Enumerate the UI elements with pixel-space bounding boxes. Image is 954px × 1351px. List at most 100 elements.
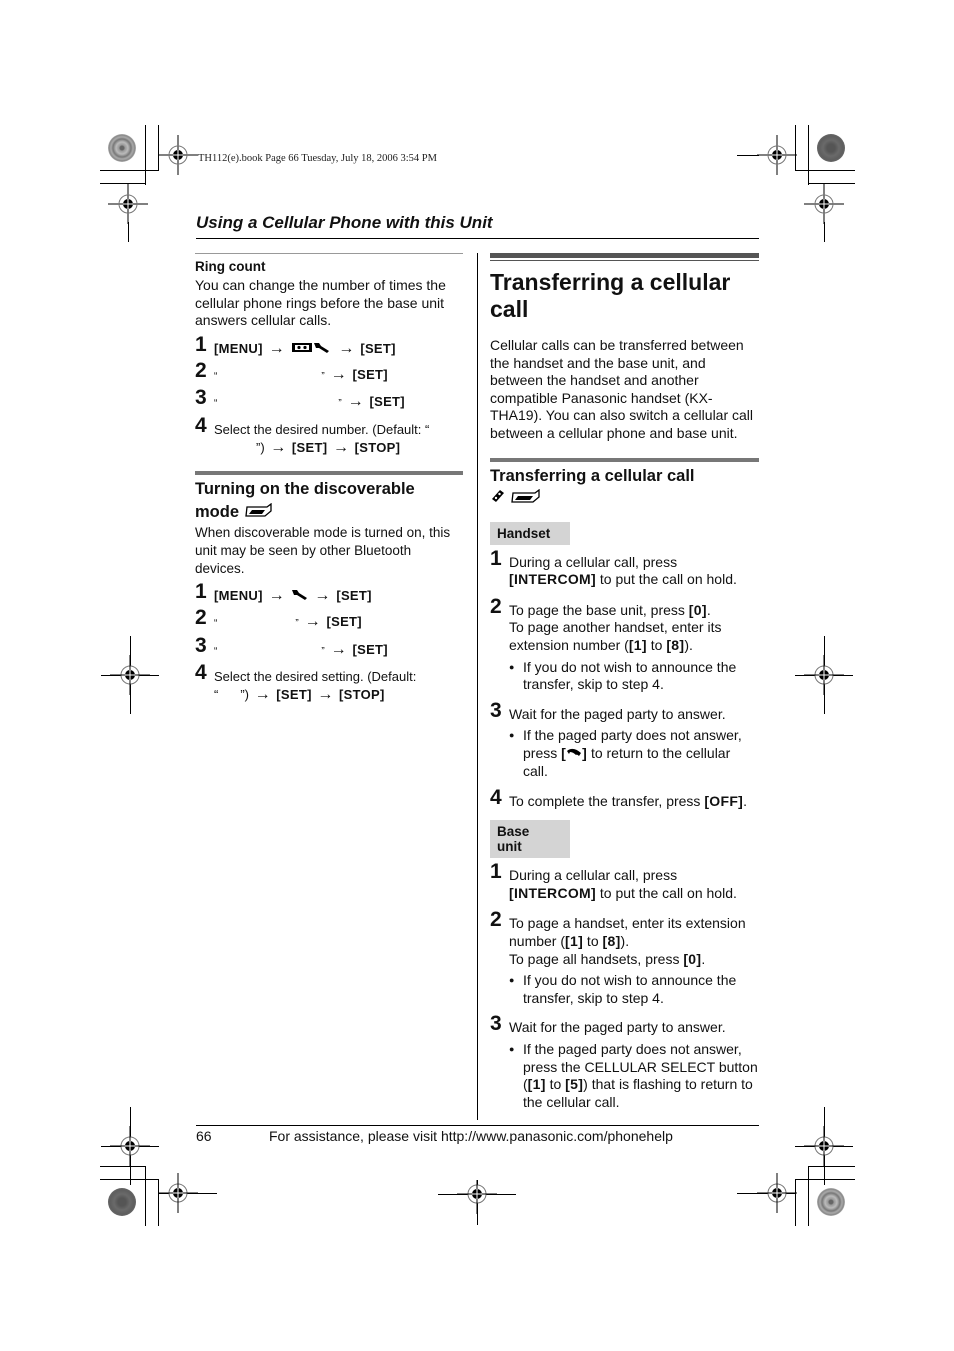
color-target-icon	[108, 134, 136, 162]
handset-step-3: 3 Wait for the paged party to answer. If…	[490, 700, 759, 781]
stop-key: [STOP]	[354, 439, 401, 455]
key-1: [1]	[565, 932, 584, 949]
discoverable-step-3: 3 “” → [SET]	[195, 633, 388, 658]
discoverable-heading: Turning on the discoverable mode	[195, 478, 463, 524]
key-1: [1]	[527, 1076, 546, 1093]
section-rule	[490, 457, 759, 462]
crop-line	[100, 1179, 159, 1180]
color-target-icon	[108, 1188, 136, 1216]
set-key: [SET]	[369, 394, 405, 410]
set-key: [SET]	[336, 588, 372, 604]
crop-line	[128, 222, 129, 242]
handset-step-1: 1 During a cellular call, press [INTERCO…	[490, 546, 737, 588]
crop-line	[808, 125, 809, 185]
registration-target-icon	[110, 1126, 150, 1166]
color-target-icon	[817, 134, 845, 162]
section-rule	[195, 471, 463, 476]
ring-count-step-3: 3 “” → [SET]	[195, 386, 405, 411]
key-0: [0]	[688, 601, 707, 618]
intro-paragraph: Cellular calls can be transferred betwee…	[490, 337, 754, 441]
set-key: [SET]	[360, 340, 396, 356]
color-target-icon	[817, 1188, 845, 1216]
discoverable-step-1: 1 [MENU] → → [SET]	[195, 580, 372, 605]
crop-line	[145, 1166, 146, 1226]
base-unit-icon	[244, 501, 274, 524]
key-5: [5]	[565, 1076, 584, 1093]
crop-line	[100, 1166, 146, 1167]
crop-line	[808, 1166, 855, 1167]
crop-line	[737, 155, 759, 156]
ring-count-step-2: 2 “” → [SET]	[195, 358, 388, 383]
left-column: Ring count You can change the number of …	[195, 253, 463, 704]
ring-count-heading: Ring count	[195, 259, 266, 274]
arrow-icon: →	[338, 339, 355, 357]
menu-key: [MENU]	[214, 340, 263, 356]
bullet-note: If you do not wish to announce the trans…	[509, 659, 759, 694]
bullet-note: If the paged party does not answer, pres…	[509, 1041, 759, 1111]
handset-icon	[490, 489, 506, 508]
title-rule	[490, 253, 759, 261]
registration-target-icon	[158, 1173, 198, 1213]
base-step-1: 1 During a cellular call, press [INTERCO…	[490, 860, 737, 901]
registration-target-icon	[757, 1173, 797, 1213]
set-key: [SET]	[291, 439, 328, 455]
answering-system-settings-icon	[291, 340, 333, 358]
menu-key: [MENU]	[214, 588, 263, 604]
set-key: [SET]	[352, 641, 388, 657]
intercom-key: [INTERCOM]	[509, 884, 596, 901]
key-1: [1]	[628, 636, 647, 653]
bullet-note: If you do not wish to announce the trans…	[509, 972, 759, 1007]
base-step-2: 2 To page a handset, enter its extension…	[490, 910, 759, 1007]
arrow-icon: →	[304, 613, 321, 631]
crop-line	[808, 1166, 809, 1226]
applicable-devices	[490, 488, 759, 508]
crop-line	[100, 170, 159, 171]
off-hook-phone-icon	[566, 745, 582, 763]
discoverable-step-2: 2 “” → [SET]	[195, 606, 362, 631]
handset-step-4: 4 To complete the transfer, press [OFF].	[490, 785, 748, 809]
right-column: Transferring a cellular call Cellular ca…	[490, 253, 759, 1111]
footer-assistance-text: For assistance, please visit http://www.…	[269, 1128, 673, 1144]
page-number: 66	[196, 1128, 212, 1144]
key-8: [8]	[602, 932, 621, 949]
section-rule	[195, 253, 463, 254]
arrow-icon: →	[333, 438, 349, 456]
arrow-icon: →	[330, 640, 347, 658]
crop-line	[795, 170, 855, 171]
discoverable-description: When discoverable mode is turned on, thi…	[195, 525, 451, 576]
handset-label: Handset	[490, 521, 570, 545]
registration-target-icon	[158, 135, 198, 175]
ring-count-description: You can change the number of times the c…	[195, 277, 446, 329]
column-divider	[477, 253, 478, 1120]
arrow-icon: →	[268, 339, 285, 357]
intercom-key: [INTERCOM]	[509, 571, 596, 588]
crop-line	[145, 125, 146, 185]
set-key: [SET]	[352, 366, 388, 382]
header-rule	[196, 238, 759, 239]
crop-line	[824, 222, 825, 242]
arrow-icon: →	[268, 587, 285, 605]
registration-target-icon	[804, 1126, 844, 1166]
print-slug: TH112(e).book Page 66 Tuesday, July 18, …	[198, 153, 437, 164]
arrow-icon: →	[254, 686, 271, 704]
base-unit-icon	[510, 488, 542, 508]
arrow-icon: →	[270, 438, 287, 456]
off-key: [OFF]	[704, 792, 744, 809]
arrow-icon: →	[317, 686, 334, 704]
bullet-note: If the paged party does not answer, pres…	[509, 727, 759, 780]
arrow-icon: →	[330, 365, 347, 383]
key-8: [8]	[666, 636, 685, 653]
crop-line	[795, 1179, 855, 1180]
handset-step-2: 2 To page the base unit, press [0]. To p…	[490, 596, 759, 694]
registration-target-icon	[108, 184, 148, 224]
registration-target-icon	[457, 1174, 497, 1214]
registration-target-icon	[804, 184, 844, 224]
running-head: Using a Cellular Phone with this Unit	[196, 213, 493, 232]
base-step-3: 3 Wait for the paged party to answer. If…	[490, 1014, 759, 1111]
arrow-icon: →	[314, 587, 331, 605]
arrow-icon: →	[347, 393, 364, 411]
stop-key: [STOP]	[338, 687, 385, 703]
key-0: [0]	[683, 950, 702, 967]
ring-count-step-1: 1 [MENU] → → [SET]	[195, 332, 396, 358]
registration-target-icon	[804, 655, 844, 695]
